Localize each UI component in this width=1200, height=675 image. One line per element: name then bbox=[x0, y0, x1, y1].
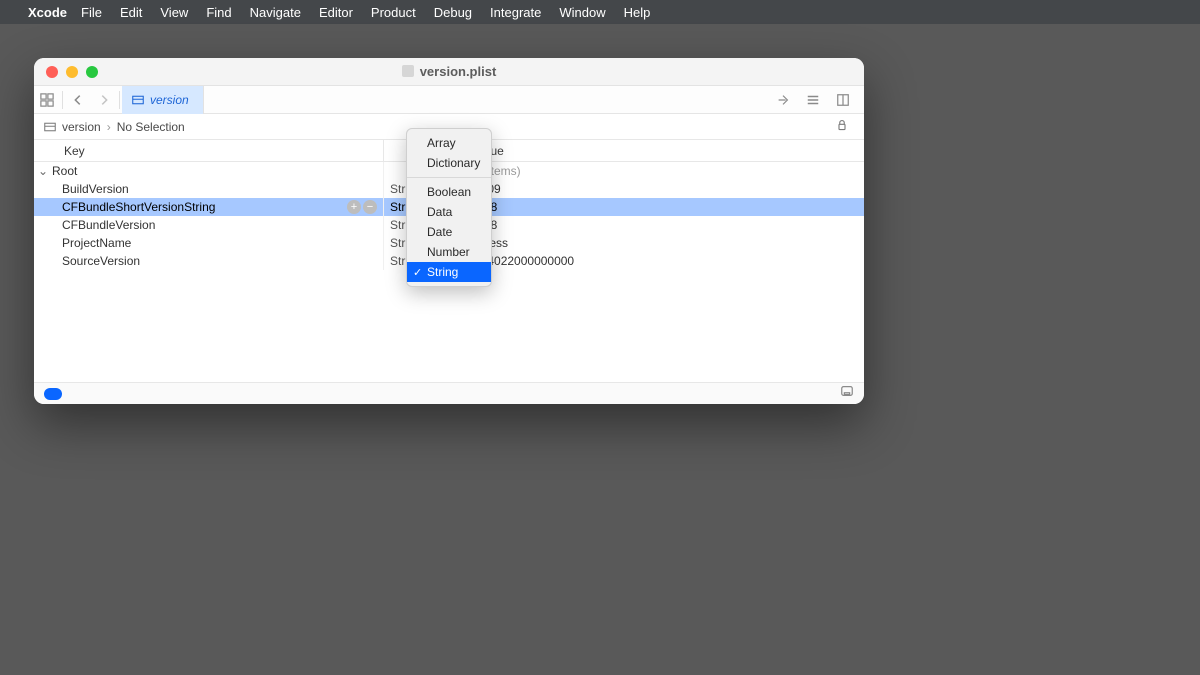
macos-menubar: Xcode File Edit View Find Navigate Edito… bbox=[0, 0, 1200, 24]
type-option-boolean[interactable]: Boolean bbox=[407, 182, 491, 202]
disclosure-triangle-icon[interactable]: ⌄ bbox=[38, 164, 48, 178]
add-editor-button[interactable] bbox=[830, 86, 856, 114]
column-header-value[interactable]: Value bbox=[464, 140, 864, 161]
row-value[interactable]: Chess bbox=[464, 234, 864, 252]
editor-footer bbox=[34, 382, 864, 404]
footer-right-icon[interactable] bbox=[840, 384, 854, 403]
type-option-dictionary[interactable]: Dictionary bbox=[407, 153, 491, 173]
document-icon bbox=[402, 65, 414, 77]
window-title-text: version.plist bbox=[420, 64, 497, 79]
plist-icon bbox=[44, 121, 56, 133]
window-titlebar: version.plist bbox=[34, 58, 864, 86]
filter-button[interactable] bbox=[44, 388, 62, 400]
path-file[interactable]: version bbox=[62, 120, 101, 134]
row-key: ProjectName bbox=[62, 236, 131, 250]
menu-integrate[interactable]: Integrate bbox=[490, 5, 541, 20]
nav-back-button[interactable] bbox=[65, 86, 91, 114]
menu-debug[interactable]: Debug bbox=[434, 5, 472, 20]
row-value[interactable]: 3.18 bbox=[464, 198, 864, 216]
nav-forward-button[interactable] bbox=[91, 86, 117, 114]
menu-separator bbox=[407, 177, 491, 178]
editor-toolbar: version bbox=[34, 86, 864, 114]
editor-tab-label: version bbox=[150, 93, 189, 107]
type-option-string[interactable]: String bbox=[407, 262, 491, 282]
type-option-array[interactable]: Array bbox=[407, 133, 491, 153]
menu-view[interactable]: View bbox=[160, 5, 188, 20]
editor-tab-version[interactable]: version bbox=[122, 86, 204, 114]
adjust-editor-button[interactable] bbox=[770, 86, 796, 114]
type-option-date[interactable]: Date bbox=[407, 222, 491, 242]
window-title: version.plist bbox=[34, 64, 864, 79]
chevron-right-icon: › bbox=[107, 120, 111, 134]
row-value[interactable]: 3.18 bbox=[464, 216, 864, 234]
related-items-button[interactable] bbox=[34, 86, 60, 114]
row-value[interactable]: 1209 bbox=[464, 180, 864, 198]
menu-window[interactable]: Window bbox=[559, 5, 605, 20]
menu-navigate[interactable]: Navigate bbox=[250, 5, 301, 20]
menu-edit[interactable]: Edit bbox=[120, 5, 142, 20]
remove-row-button[interactable]: − bbox=[363, 200, 377, 214]
menu-find[interactable]: Find bbox=[206, 5, 231, 20]
row-value[interactable]: 524022000000000 bbox=[464, 252, 864, 270]
row-key: BuildVersion bbox=[62, 182, 129, 196]
type-option-data[interactable]: Data bbox=[407, 202, 491, 222]
xcode-window: version.plist version bbox=[34, 58, 864, 404]
lock-icon[interactable] bbox=[836, 119, 854, 134]
row-key: SourceVersion bbox=[62, 254, 140, 268]
editor-options-button[interactable] bbox=[800, 86, 826, 114]
add-row-button[interactable]: + bbox=[347, 200, 361, 214]
row-key: Root bbox=[52, 164, 77, 178]
path-selection[interactable]: No Selection bbox=[117, 120, 185, 134]
type-option-number[interactable]: Number bbox=[407, 242, 491, 262]
column-header-key[interactable]: Key bbox=[34, 140, 384, 161]
row-value: (5 items) bbox=[464, 162, 864, 180]
menu-editor[interactable]: Editor bbox=[319, 5, 353, 20]
type-dropdown-menu: Array Dictionary Boolean Data Date Numbe… bbox=[406, 128, 492, 287]
row-key: CFBundleShortVersionString bbox=[62, 200, 215, 214]
add-remove-buttons: + − bbox=[347, 200, 377, 214]
menu-help[interactable]: Help bbox=[624, 5, 651, 20]
row-key: CFBundleVersion bbox=[62, 218, 155, 232]
menu-product[interactable]: Product bbox=[371, 5, 416, 20]
menu-file[interactable]: File bbox=[81, 5, 102, 20]
app-menu[interactable]: Xcode bbox=[28, 5, 67, 20]
